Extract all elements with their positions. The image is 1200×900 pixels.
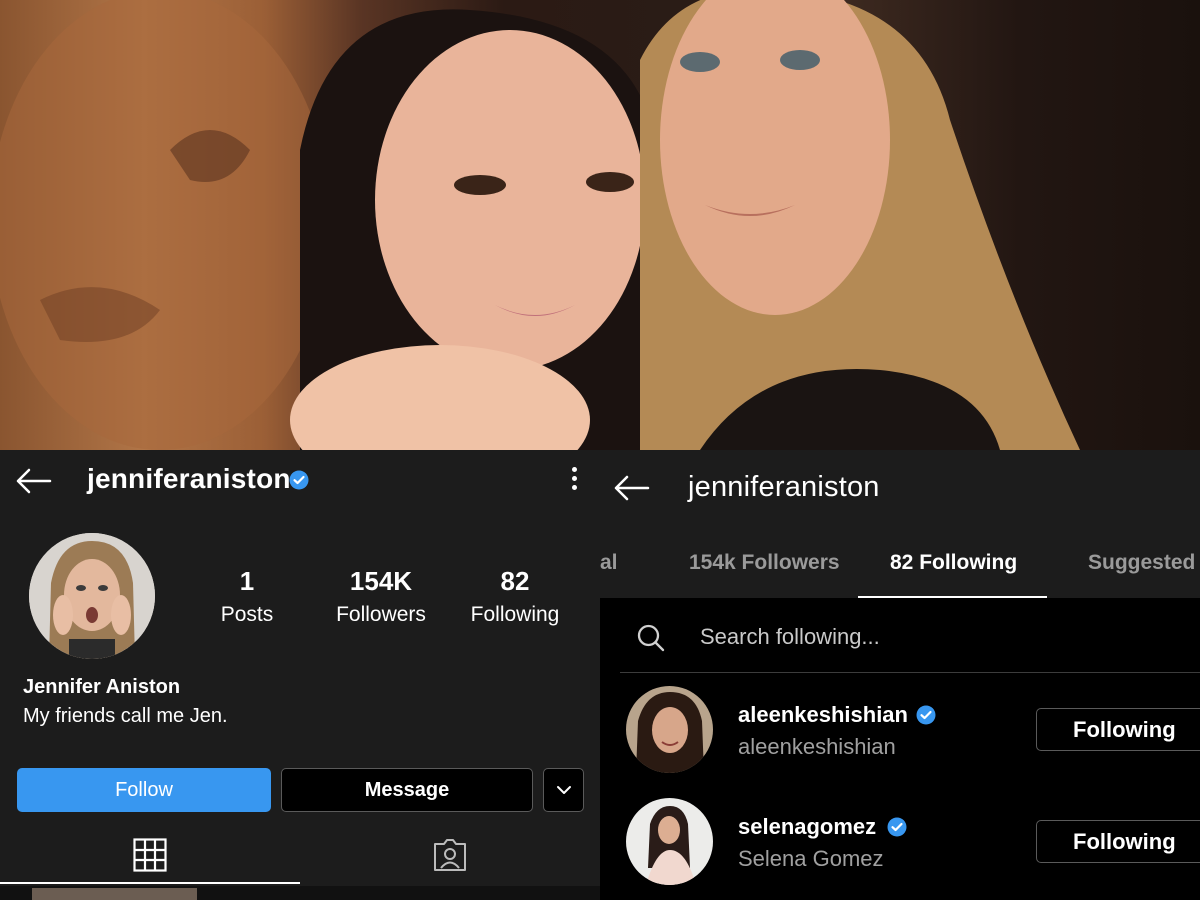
divider: [620, 672, 1200, 673]
avatar[interactable]: [626, 798, 713, 885]
arrow-left-icon[interactable]: [612, 474, 652, 502]
posts-count: 1: [239, 566, 255, 596]
following-count[interactable]: 82: [445, 566, 585, 597]
list-item-subtitle: Selena Gomez: [738, 846, 884, 871]
profile-full-name: Jennifer Aniston: [23, 676, 181, 698]
following-label[interactable]: Following: [445, 603, 585, 627]
list-item-username[interactable]: aleenkeshishian: [738, 702, 908, 728]
search-input[interactable]: Search following...: [700, 624, 880, 650]
search-icon: [637, 624, 665, 652]
avatar[interactable]: [626, 686, 713, 773]
arrow-left-icon[interactable]: [14, 467, 54, 495]
tab-followers[interactable]: 154k Followers: [689, 551, 840, 575]
follow-button[interactable]: Follow: [17, 768, 271, 812]
following-button[interactable]: Following: [1036, 708, 1200, 751]
tab-following[interactable]: 82 Following: [890, 551, 1017, 575]
header-photo: [0, 0, 1200, 450]
message-button[interactable]: Message: [281, 768, 533, 812]
tab-mutual[interactable]: al: [600, 551, 618, 575]
active-tab-indicator: [0, 882, 300, 884]
post-thumbnail-strip: [0, 886, 600, 900]
profile-bio: My friends call me Jen.: [23, 705, 228, 727]
list-item-username[interactable]: selenagomez: [738, 814, 876, 840]
suggested-dropdown-button[interactable]: [543, 768, 584, 812]
avatar: [29, 533, 155, 659]
followers-label[interactable]: Followers: [311, 603, 451, 627]
tab-posts-grid[interactable]: [0, 826, 300, 884]
following-button[interactable]: Following: [1036, 820, 1200, 863]
verified-badge-icon: [916, 705, 936, 725]
following-page-username: jenniferaniston: [688, 471, 880, 503]
grid-icon: [133, 838, 167, 872]
followers-count[interactable]: 154K: [311, 566, 451, 597]
verified-badge-icon: [887, 817, 907, 837]
tagged-icon: [434, 839, 466, 871]
verified-badge-icon: [289, 470, 309, 490]
tab-tagged[interactable]: [300, 826, 600, 884]
posts-label: Posts: [220, 603, 274, 626]
chevron-down-icon: [556, 786, 571, 794]
profile-username: jenniferaniston: [87, 463, 291, 494]
list-item-subtitle: aleenkeshishian: [738, 734, 896, 759]
tab-suggested[interactable]: Suggested: [1088, 551, 1195, 575]
kebab-menu-icon[interactable]: [566, 467, 582, 493]
